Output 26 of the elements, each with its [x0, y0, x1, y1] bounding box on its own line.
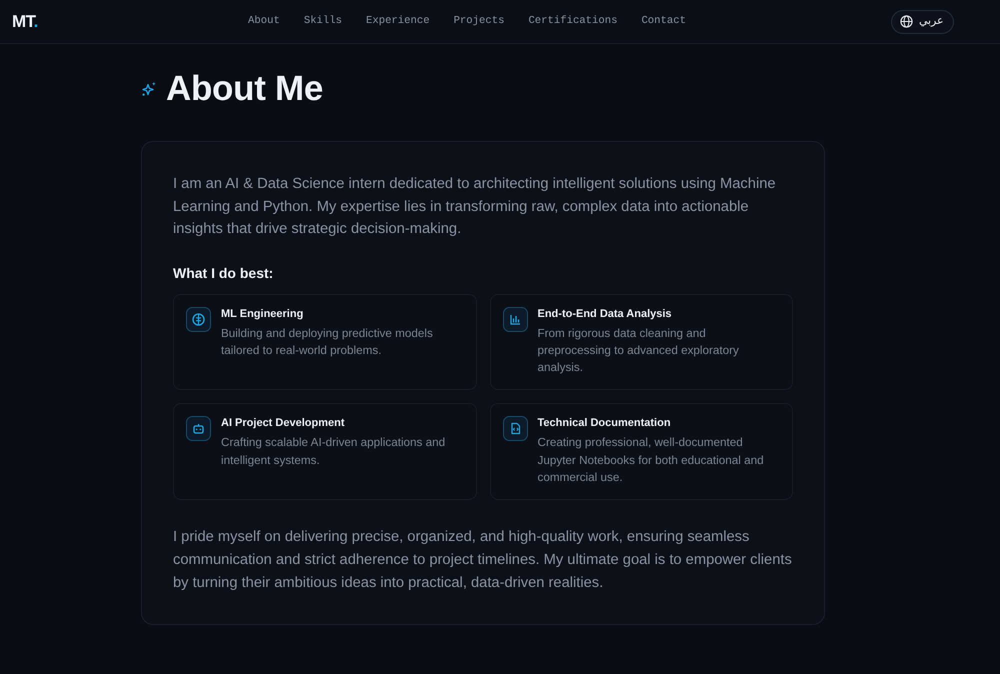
feature-description: From rigorous data cleaning and preprocessing to advanced exploratory analysis. [538, 326, 740, 376]
nav-link[interactable]: Certifications [528, 14, 618, 30]
nav-link[interactable]: Contact [641, 14, 686, 30]
nav-link[interactable]: Skills [304, 14, 342, 30]
feature-title: End-to-End Data Analysis [538, 306, 673, 322]
feature-title: AI Project Development [221, 416, 346, 432]
nav-link[interactable]: About [248, 14, 280, 30]
feature-description: Creating professional, well-documented Jupyter Notebooks for both educational and commercial use. [538, 435, 765, 486]
section-title: About Me [166, 68, 324, 110]
feature-title: Technical Documentation [538, 416, 672, 432]
feature-title: ML Engineering [221, 306, 304, 322]
code-file-icon [502, 416, 528, 442]
nav-link[interactable]: Experience [366, 14, 430, 30]
closing-paragraph: I pride myself on delivering precise, organized, and high-quality work, ensuring seamless communication and strict adherence to project timelines. My ultimate goal is to empower clients by turning their ambitious ideas into practical, data-driven realities. [173, 528, 793, 593]
sparkle-icon [141, 81, 157, 97]
logo[interactable]: MT. [12, 8, 38, 34]
nav-link[interactable]: Projects [454, 14, 504, 30]
globe-icon [900, 15, 914, 28]
intro-paragraph: I am an AI & Data Science intern dedicated to architecting intelligent solutions using Machine Learning and Python. My expertise lies in transforming raw, complex data into actionable insights that drive strategic decision-making. [173, 175, 777, 240]
brain-icon [186, 306, 211, 332]
bar-chart-icon [502, 306, 528, 332]
language-button[interactable]: عربي [891, 10, 954, 34]
feature-description: Crafting scalable AI-driven applications and intelligent systems. [221, 435, 446, 469]
robot-icon [186, 416, 211, 442]
subheading: What I do best: [173, 264, 274, 282]
feature-description: Building and deploying predictive models tailored to real-world problems. [221, 326, 434, 359]
